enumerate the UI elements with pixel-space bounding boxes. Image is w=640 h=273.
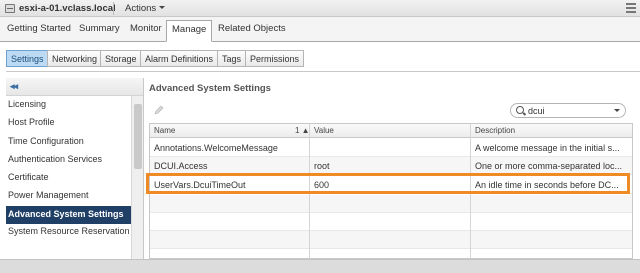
main-tabs: Getting Started Summary Monitor Manage R… — [0, 17, 640, 42]
column-header-name[interactable]: Name — [154, 126, 175, 135]
subtab-storage[interactable]: Storage — [100, 50, 142, 67]
empty-row — [150, 213, 632, 231]
cell-name: Annotations.WelcomeMessage — [154, 143, 278, 153]
collapse-icon[interactable]: ◂◂ — [10, 81, 18, 92]
search-icon — [516, 106, 524, 114]
content-panel: Advanced System Settings Name 1 ▲ Value … — [146, 78, 640, 259]
tab-getting-started[interactable]: Getting Started — [7, 23, 71, 34]
search-box[interactable] — [510, 103, 626, 118]
cell-name: DCUI.Access — [154, 161, 208, 171]
tab-monitor[interactable]: Monitor — [130, 23, 162, 34]
divider — [6, 71, 640, 72]
chevron-down-icon — [159, 6, 166, 9]
sort-ascending-icon[interactable]: 1 ▲ — [295, 126, 310, 135]
tab-summary[interactable]: Summary — [79, 23, 120, 34]
table-header: Name 1 ▲ Value Description — [150, 124, 632, 138]
menu-icon[interactable] — [626, 3, 636, 13]
search-input[interactable] — [528, 105, 612, 116]
title-bar: esxi-a-01.vclass.local Actions — [0, 0, 640, 17]
table-row[interactable]: Annotations.WelcomeMessage A welcome mes… — [150, 139, 632, 157]
cell-value: root — [314, 161, 330, 171]
sidebar-item-time-configuration[interactable]: Time Configuration — [6, 133, 131, 151]
sidebar-item-authentication-services[interactable]: Authentication Services — [6, 151, 131, 169]
subtab-settings[interactable]: Settings — [6, 50, 49, 67]
sidebar-item-power-management[interactable]: Power Management — [6, 187, 131, 205]
subtab-networking[interactable]: Networking — [47, 50, 103, 67]
sidebar-item-licensing[interactable]: Licensing — [6, 96, 131, 114]
subtab-tags[interactable]: Tags — [217, 50, 247, 67]
empty-row — [150, 195, 632, 213]
divider — [113, 2, 114, 15]
actions-label: Actions — [125, 3, 157, 14]
empty-row — [150, 231, 632, 249]
column-header-value[interactable]: Value — [314, 126, 334, 135]
sidebar-item-system-resource-reservation[interactable]: System Resource Reservation — [6, 225, 131, 251]
cell-description: A welcome message in the initial s... — [475, 143, 620, 153]
actions-menu[interactable]: Actions — [125, 3, 166, 14]
sidebar-item-host-profile[interactable]: Host Profile — [6, 114, 131, 132]
pencil-icon[interactable] — [154, 105, 164, 115]
host-title: esxi-a-01.vclass.local — [19, 3, 116, 14]
host-icon — [5, 4, 15, 13]
bottom-scrollbar[interactable] — [0, 259, 640, 273]
chevron-down-icon[interactable] — [614, 109, 620, 112]
sidebar-header: ◂◂ — [6, 78, 143, 96]
settings-sidebar: ◂◂ Licensing Host Profile Time Configura… — [6, 78, 144, 259]
sidebar-item-advanced-system-settings[interactable]: Advanced System Settings — [6, 206, 131, 224]
cell-description: One or more comma-separated loc... — [475, 161, 623, 171]
page-title: Advanced System Settings — [149, 83, 271, 94]
sidebar-scrollbar[interactable] — [131, 96, 143, 259]
subtab-alarm-definitions[interactable]: Alarm Definitions — [140, 50, 219, 67]
tab-related-objects[interactable]: Related Objects — [218, 23, 286, 34]
column-header-description[interactable]: Description — [475, 126, 515, 135]
tab-manage[interactable]: Manage — [166, 20, 213, 42]
subtab-permissions[interactable]: Permissions — [245, 50, 305, 67]
highlight-box — [146, 173, 630, 194]
sidebar-item-certificate[interactable]: Certificate — [6, 169, 131, 187]
scrollbar-thumb[interactable] — [134, 104, 142, 169]
